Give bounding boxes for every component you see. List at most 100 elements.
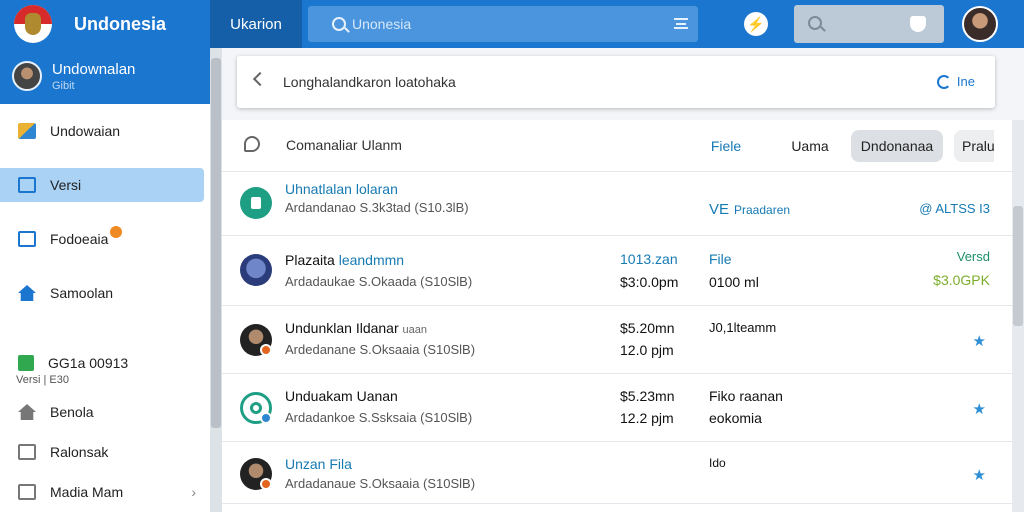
row-subtitle: Ardadanaue S.Oksaaia (S10SlB): [285, 476, 476, 491]
refresh-icon: [936, 74, 951, 89]
row-file-label: File: [709, 251, 732, 267]
filter-dndonanaa[interactable]: Dndonanaa: [851, 130, 943, 162]
row-title[interactable]: Plazaita leandmmn: [285, 252, 404, 268]
row-status-code: VE: [709, 201, 730, 218]
content-scroll-thumb[interactable]: [1013, 206, 1023, 326]
row-avatar: [240, 254, 272, 286]
row-title[interactable]: Undunklan Ildanar uaan: [285, 320, 427, 336]
row-version-label: Versd: [956, 249, 990, 264]
app-grid-icon: [18, 123, 36, 139]
shield-icon[interactable]: [910, 16, 926, 32]
sidebar-scrollbar[interactable]: [210, 48, 222, 512]
row-status-label: Praadaren: [734, 203, 791, 217]
search-icon: [332, 17, 346, 31]
sidebar-item-label: Benola: [50, 404, 94, 420]
table-row[interactable]: Unduakam Uanan Ardadankoe S.Ssksaia (S10…: [222, 374, 1012, 442]
chat-icon: [244, 136, 260, 152]
search-action-button[interactable]: Ine: [936, 74, 975, 89]
content-search-text: Longhalandkaron loatohaka: [283, 74, 456, 90]
sidebar-item-samoolan[interactable]: Samoolan: [0, 276, 210, 310]
row-meta: @ ALTSS I3: [919, 201, 990, 216]
row-detail-sub: eokomia: [709, 410, 762, 426]
home-icon: [18, 285, 36, 301]
sidebar-profile[interactable]: Undownalan Gibit: [0, 48, 210, 104]
row-file-size: 0100 ml: [709, 274, 759, 290]
chevron-right-icon: ›: [191, 484, 196, 500]
sidebar-item-label: Fodoeaia: [50, 231, 109, 247]
sidebar-item-ralonsak[interactable]: Ralonsak: [0, 435, 210, 469]
row-price: $3:0.0pm: [620, 274, 679, 290]
filter-icon[interactable]: [674, 18, 688, 29]
row-detail: J0,1lteamm: [709, 320, 777, 335]
top-bar: Undonesia Ukarion Unonesia ⚡: [0, 0, 1024, 48]
user-avatar[interactable]: [962, 6, 998, 42]
filter-fiele[interactable]: Fiele: [700, 130, 752, 162]
row-subtitle: Ardedanane S.Oksaaia (S10SlB): [285, 342, 476, 357]
brand-logo-icon: [14, 5, 52, 43]
content-scrollbar[interactable]: [1012, 120, 1024, 512]
media-icon: [18, 484, 36, 500]
check-badge-icon: [260, 412, 272, 424]
profile-sub: Gibit: [52, 79, 75, 92]
filter-row: Comanaliar Ulanm Fiele Uama Dndonanaa Pr…: [222, 120, 1012, 172]
row-detail: Fiko raanan: [709, 388, 783, 404]
sidebar-item-label: Undowaian: [50, 123, 121, 139]
secondary-search[interactable]: [794, 5, 944, 43]
status-dot-icon: [260, 344, 272, 356]
activity-icon[interactable]: ⚡: [744, 12, 768, 36]
house-icon: [18, 404, 36, 420]
row-title-main: Undunklan: [285, 320, 352, 336]
content-search-bar[interactable]: Longhalandkaron loatohaka Ine: [237, 56, 995, 108]
sidebar: Undownalan Gibit Undowaian Versi Fodoeai…: [0, 48, 210, 512]
list-icon: [18, 177, 36, 193]
sidebar-item-versi[interactable]: Versi: [0, 168, 204, 202]
table-row[interactable]: Uhnatlalan lolaran Ardandanao S.3k3tad (…: [222, 172, 1012, 236]
row-time: 12.0 pjm: [620, 342, 674, 358]
row-title-link[interactable]: leandmmn: [339, 252, 404, 268]
row-title[interactable]: Unzan Fila: [285, 456, 352, 472]
row-subtitle: Ardadankoe S.Ssksaia (S10SlB): [285, 410, 473, 425]
row-subtitle: Ardadaukae S.Okaada (S10SlB): [285, 274, 473, 289]
lock-app-icon: [240, 187, 272, 219]
search-icon-secondary: [808, 16, 822, 30]
row-title[interactable]: Unduakam Uanan: [285, 388, 398, 404]
sidebar-item-label: GG1a 00913: [48, 355, 129, 371]
sidebar-item-label: Versi: [50, 177, 82, 193]
sidebar-item-benola[interactable]: Benola: [0, 395, 210, 429]
row-detail: Ido: [709, 456, 726, 470]
sidebar-item-code[interactable]: GG1a 00913: [0, 346, 210, 380]
sidebar-item-label: Ralonsak: [50, 444, 109, 460]
table-row[interactable]: Unzan Fila Ardadanaue S.Oksaaia (S10SlB)…: [222, 442, 1012, 504]
filter-label: Comanaliar Ulanm: [286, 137, 402, 153]
filter-uama[interactable]: Uama: [782, 130, 838, 162]
row-title-main: Plazaita: [285, 252, 335, 268]
sidebar-item-fodoeaia[interactable]: Fodoeaia: [0, 222, 210, 256]
sidebar-item-undowaian[interactable]: Undowaian: [0, 114, 210, 148]
row-title-tag: uaan: [402, 324, 428, 336]
row-time: 12.2 pjm: [620, 410, 674, 426]
back-arrow-icon[interactable]: [252, 71, 268, 87]
sheet-icon: [18, 355, 34, 371]
folder-icon: [18, 231, 36, 247]
sidebar-scroll-thumb[interactable]: [211, 58, 221, 428]
brand[interactable]: Undonesia: [0, 0, 210, 48]
row-title-second: Ildanar: [355, 320, 399, 336]
filter-pralu[interactable]: Pralu: [954, 130, 994, 162]
status-dot-icon: [260, 478, 272, 490]
document-icon: [18, 444, 36, 460]
star-icon[interactable]: ★: [973, 332, 986, 350]
table-row[interactable]: Plazaita leandmmn Ardadaukae S.Okaada (S…: [222, 236, 1012, 306]
app-title: Undonesia: [74, 13, 167, 34]
profile-name: Undownalan: [52, 60, 136, 78]
table-row[interactable]: Undunklan Ildanar uaan Ardedanane S.Oksa…: [222, 306, 1012, 374]
star-icon[interactable]: ★: [973, 400, 986, 418]
sidebar-item-label: Madia Mam: [50, 484, 124, 500]
search-input[interactable]: Unonesia: [308, 6, 698, 42]
sidebar-item-madia-mam[interactable]: Madia Mam ›: [0, 475, 210, 509]
row-amount: $5.23mn: [620, 388, 675, 404]
row-version-value: $3.0GPK: [933, 272, 990, 288]
nav-tab-active[interactable]: Ukarion: [210, 0, 302, 48]
sidebar-item-label: Samoolan: [50, 285, 114, 301]
row-title[interactable]: Uhnatlalan lolaran: [285, 181, 398, 197]
star-icon[interactable]: ★: [973, 466, 986, 484]
